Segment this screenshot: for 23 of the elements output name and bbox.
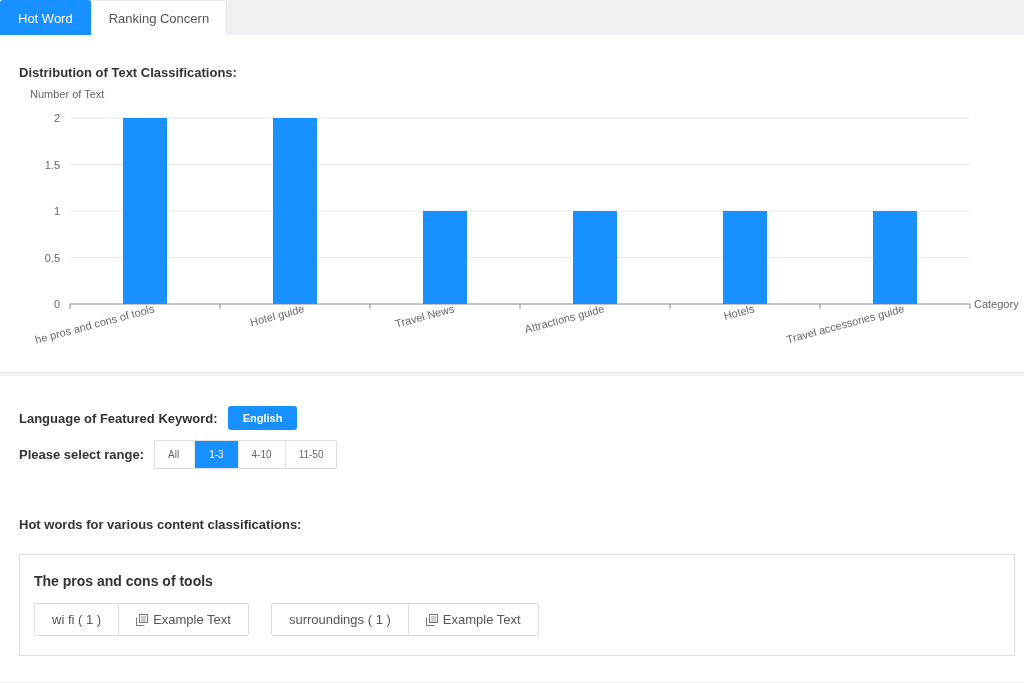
y-tick-label: 0 [53, 298, 60, 310]
range-option[interactable]: 1-3 [194, 441, 238, 468]
group-title: The pros and cons of tools [34, 573, 214, 589]
tab[interactable]: Ranking Concern [90, 0, 228, 35]
language-button[interactable]: English [227, 406, 298, 430]
keyword-label: surroundings ( 1 ) [271, 604, 409, 635]
copy-icon [425, 613, 438, 626]
range-option[interactable]: 11-50 [284, 441, 337, 468]
section-title: Hot words for various content classifications: [19, 517, 303, 532]
x-tick-label: Hotels [722, 302, 756, 322]
copy-icon [136, 613, 149, 626]
x-tick-label: Travel News [393, 302, 456, 330]
x-axis-title: Category [974, 298, 1019, 310]
y-tick-label: 1 [53, 205, 60, 217]
field-label: Please select range: [19, 447, 145, 462]
section-title: Distribution of Text Classifications: [18, 65, 238, 80]
field-label: Language of Featured Keyword: [19, 410, 218, 426]
x-tick-label: Hotel guide [248, 302, 306, 329]
y-axis-title: Number of Text [30, 88, 105, 100]
y-tick-label: 0.5 [44, 251, 60, 264]
y-tick-label: 2 [53, 112, 60, 124]
tab[interactable]: Hot Word [0, 0, 91, 35]
y-tick-label: 1.5 [44, 158, 60, 171]
